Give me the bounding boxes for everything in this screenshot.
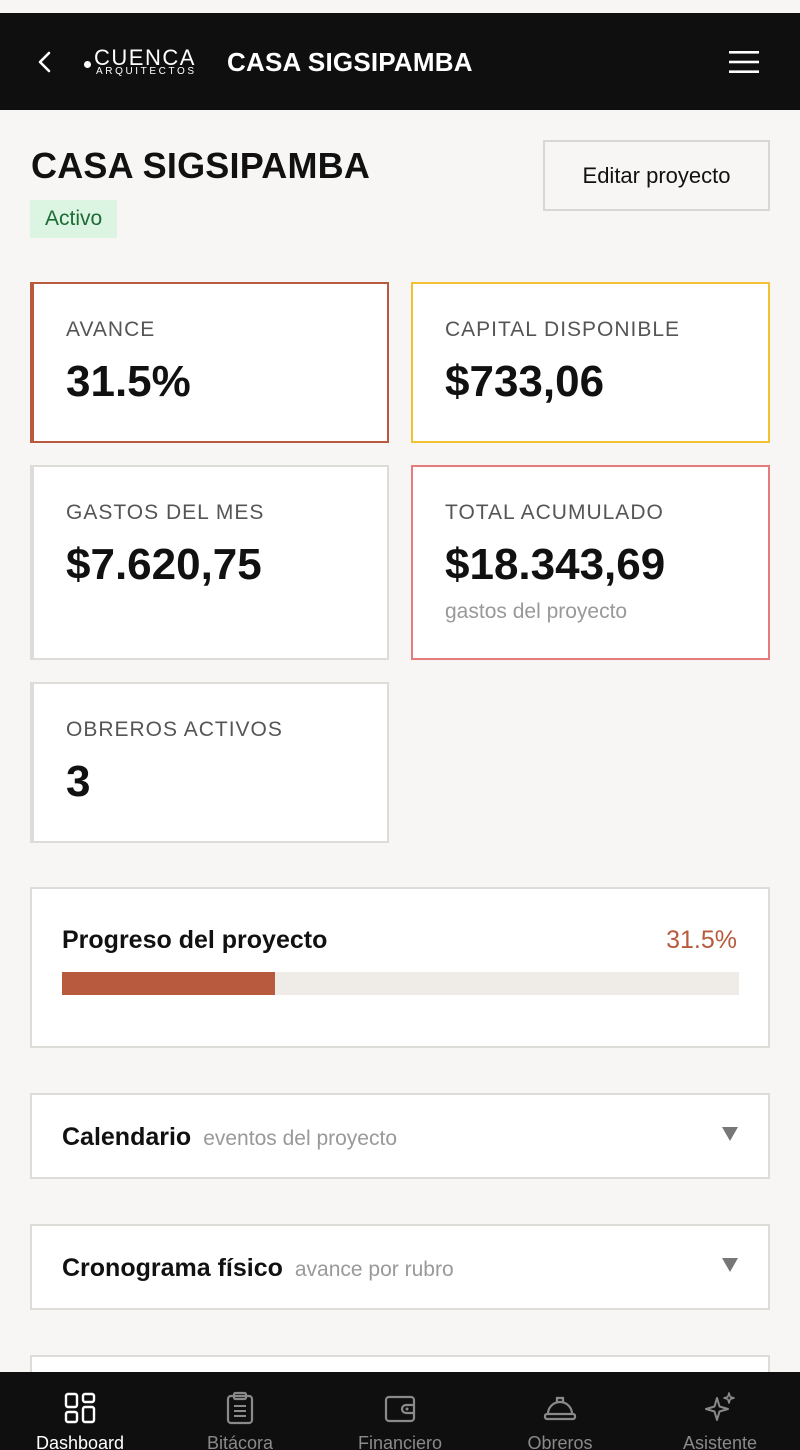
calendar-title: Calendario [62, 1123, 192, 1151]
nav-financiero[interactable]: Financiero [320, 1372, 480, 1450]
header-title: CASA SIGSIPAMBA [227, 47, 473, 77]
stat-value: $18.343,69 [445, 540, 666, 589]
top-bar: CUENCA ARQUITECTOS CASA SIGSIPAMBA [0, 13, 800, 110]
progress-card: Progreso del proyecto 31.5% [30, 887, 770, 1048]
status-strip [0, 0, 800, 13]
stat-card-avance: AVANCE 31.5% [30, 282, 389, 443]
progress-fill [62, 972, 276, 995]
nav-obreros[interactable]: Obreros [480, 1372, 640, 1450]
page-title: CASA SIGSIPAMBA [31, 145, 371, 186]
triangle-down-icon [722, 1258, 738, 1272]
stat-card-obreros: OBREROS ACTIVOS 3 [30, 682, 389, 843]
hamburger-menu-icon[interactable] [727, 49, 761, 75]
status-badge: Activo [30, 200, 118, 238]
triangle-down-icon [722, 1127, 738, 1141]
stat-card-total: TOTAL ACUMULADO $18.343,69 gastos del pr… [411, 465, 770, 660]
calendar-subtitle: eventos del proyecto [203, 1127, 397, 1150]
stat-label: OBREROS ACTIVOS [66, 718, 283, 741]
nav-label-financiero: Financiero [357, 1433, 443, 1450]
stat-value: 31.5% [66, 357, 191, 406]
stat-note: gastos del proyecto [445, 600, 628, 623]
bottom-nav: Dashboard Bitácora Financiero Obreros As… [0, 1372, 800, 1450]
nav-label-dashboard: Dashboard [35, 1433, 125, 1450]
schedule-title: Cronograma físico [62, 1254, 283, 1282]
logo-dot [84, 61, 91, 68]
stat-card-gastos-mes: GASTOS DEL MES $7.620,75 [30, 465, 389, 660]
nav-dashboard[interactable]: Dashboard [0, 1372, 160, 1450]
logo-sub-text: ARQUITECTOS [96, 66, 197, 77]
schedule-subtitle: avance por rubro [294, 1258, 454, 1281]
stat-value: $7.620,75 [66, 540, 262, 589]
edit-project-button[interactable]: Editar proyecto [543, 140, 770, 211]
hard-hat-icon [543, 1396, 577, 1421]
calendar-accordion[interactable]: Calendario eventos del proyecto [30, 1093, 770, 1179]
dashboard-grid-icon [64, 1392, 96, 1424]
stat-label: AVANCE [66, 318, 156, 341]
stat-value: 3 [66, 757, 91, 806]
progress-percent: 31.5% [666, 926, 737, 954]
nav-asistente[interactable]: Asistente [640, 1372, 800, 1450]
sparkles-icon [705, 1392, 735, 1421]
nav-label-asistente: Asistente [682, 1433, 758, 1450]
wallet-icon [384, 1395, 416, 1423]
nav-bitacora[interactable]: Bitácora [160, 1372, 320, 1450]
stat-card-capital: CAPITAL DISPONIBLE $733,06 [411, 282, 770, 443]
progress-title: Progreso del proyecto [62, 926, 328, 954]
stat-label: TOTAL ACUMULADO [445, 501, 664, 524]
brand-logo: CUENCA ARQUITECTOS [84, 45, 210, 79]
nav-label-bitacora: Bitácora [206, 1433, 274, 1450]
stat-label: GASTOS DEL MES [66, 501, 265, 524]
clipboard-icon [226, 1391, 254, 1425]
schedule-accordion[interactable]: Cronograma físico avance por rubro [30, 1224, 770, 1310]
stat-value: $733,06 [445, 357, 605, 406]
nav-label-obreros: Obreros [527, 1433, 593, 1450]
stat-label: CAPITAL DISPONIBLE [445, 318, 681, 341]
progress-track [62, 972, 739, 995]
back-chevron-icon[interactable] [30, 47, 60, 77]
